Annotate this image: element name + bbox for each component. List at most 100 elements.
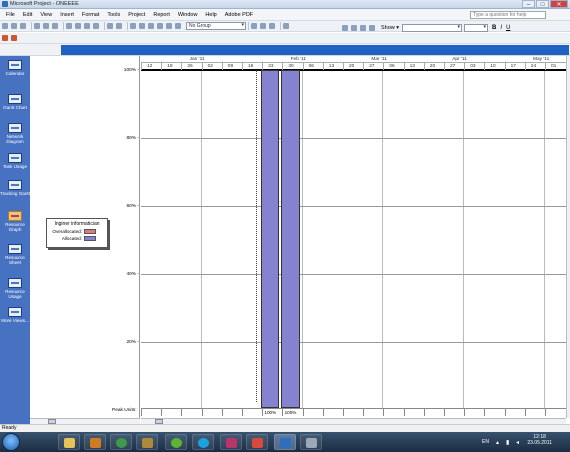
- status-text: Ready: [2, 425, 17, 431]
- formatting-toolbar: Show ▾ B I U: [340, 22, 570, 33]
- peak-tick: [343, 408, 344, 416]
- zoom-in-icon[interactable]: [251, 23, 257, 29]
- grid-line: [363, 63, 365, 70]
- minus-icon[interactable]: [369, 24, 375, 31]
- peak-tick: [383, 408, 385, 416]
- bold-button[interactable]: B: [492, 25, 496, 31]
- zoom-out-icon[interactable]: [260, 23, 266, 29]
- y-axis: 100% - 80% - 60% - 40% - 20% -: [0, 56, 141, 418]
- arrow-right-icon[interactable]: [351, 24, 357, 31]
- peak-tick: [242, 408, 243, 416]
- language-indicator[interactable]: EN: [482, 439, 489, 445]
- grid-line: [221, 63, 223, 70]
- notes-icon[interactable]: [166, 23, 172, 29]
- show-button[interactable]: Show ▾: [381, 25, 399, 31]
- paste-icon[interactable]: [84, 23, 90, 29]
- menu-format[interactable]: Format: [78, 12, 103, 18]
- peak-tick: [545, 408, 546, 416]
- vertical-scrollbar[interactable]: [566, 56, 570, 418]
- menu-file[interactable]: File: [2, 12, 19, 18]
- arrow-left-icon[interactable]: [342, 24, 348, 31]
- peak-tick: [181, 408, 183, 416]
- scroll-to-task-icon[interactable]: [269, 23, 275, 29]
- cut-icon[interactable]: [66, 23, 72, 29]
- assign-resources-icon[interactable]: [175, 23, 181, 29]
- document-taskbar-button[interactable]: [300, 434, 322, 450]
- peak-units-label: Peak Units:: [112, 408, 137, 413]
- utorrent-taskbar-button[interactable]: [165, 434, 187, 450]
- clock[interactable]: 12:18 23.05.2011: [527, 434, 552, 446]
- timescale-day-label: 06: [389, 64, 395, 69]
- copy-icon[interactable]: [75, 23, 81, 29]
- help-icon[interactable]: [283, 23, 289, 29]
- font-select[interactable]: [402, 23, 463, 32]
- peak-tick: [221, 408, 223, 416]
- grid-line: [524, 63, 526, 70]
- menu-project[interactable]: Project: [124, 12, 149, 18]
- open-icon[interactable]: [11, 23, 17, 29]
- tracking-icon[interactable]: [2, 35, 8, 41]
- grid-line: [302, 63, 304, 70]
- print-preview-icon[interactable]: [43, 23, 49, 29]
- media-player-taskbar-button[interactable]: [84, 434, 106, 450]
- grid-line: [484, 63, 486, 70]
- explorer-taskbar-button[interactable]: [58, 434, 80, 450]
- menu-help[interactable]: Help: [201, 12, 220, 18]
- grid-line: [322, 63, 324, 70]
- tray-arrow-icon[interactable]: ▴: [496, 439, 499, 446]
- start-button[interactable]: [2, 433, 20, 451]
- timescale-day-label: 12: [147, 64, 153, 69]
- maximize-button[interactable]: □: [536, 0, 549, 8]
- app-taskbar-button[interactable]: [136, 434, 158, 450]
- close-button[interactable]: ✕: [550, 0, 568, 8]
- timescale-months: Jan '11 Feb '11 Mar '11 Apr '11 May '11: [141, 56, 566, 63]
- new-icon[interactable]: [2, 23, 8, 29]
- winamp-taskbar-button[interactable]: [220, 434, 242, 450]
- grid-line: [423, 63, 425, 70]
- skype-taskbar-button[interactable]: [192, 434, 214, 450]
- volume-icon[interactable]: ◂: [516, 439, 519, 446]
- peak-tick: [504, 408, 506, 416]
- timescale-day-label: 13: [409, 64, 415, 69]
- italic-button[interactable]: I: [500, 25, 502, 31]
- grid-line: [181, 63, 183, 70]
- tracking-toolbar: [0, 33, 570, 44]
- peak-tick: [161, 408, 163, 416]
- task-info-icon[interactable]: [157, 23, 163, 29]
- spelling-icon[interactable]: [52, 23, 58, 29]
- paint-taskbar-button[interactable]: [246, 434, 268, 450]
- redo-icon[interactable]: [116, 23, 122, 29]
- timescale-day-label: 09: [227, 64, 234, 69]
- menu-edit[interactable]: Edit: [19, 12, 36, 18]
- timescale-month-label: Jan '11: [189, 57, 205, 62]
- split-icon[interactable]: [148, 23, 154, 29]
- minimize-button[interactable]: –: [522, 0, 535, 8]
- plus-icon[interactable]: [360, 24, 366, 31]
- help-search-input[interactable]: Type a question for help: [470, 11, 546, 19]
- group-select[interactable]: No Group: [186, 22, 246, 30]
- save-icon[interactable]: [20, 23, 26, 29]
- percent-complete-icon[interactable]: [11, 35, 17, 41]
- menu-window[interactable]: Window: [174, 12, 202, 18]
- timescale-day-label: 30: [288, 64, 294, 69]
- project-taskbar-button[interactable]: [274, 434, 296, 450]
- horizontal-grid-line: [141, 70, 566, 71]
- peak-tick: [484, 408, 486, 416]
- timescale-day-label: 23: [268, 64, 274, 69]
- link-icon[interactable]: [130, 23, 136, 29]
- chrome-taskbar-button[interactable]: [110, 434, 132, 450]
- menu-insert[interactable]: Insert: [56, 12, 78, 18]
- print-icon[interactable]: [34, 23, 40, 29]
- menu-view[interactable]: View: [36, 12, 56, 18]
- unlink-icon[interactable]: [139, 23, 145, 29]
- undo-icon[interactable]: [107, 23, 113, 29]
- network-icon[interactable]: ▮: [506, 439, 509, 446]
- grid-line: [444, 63, 445, 70]
- underline-button[interactable]: U: [506, 25, 510, 31]
- menu-report[interactable]: Report: [149, 12, 174, 18]
- menu-adobe-pdf[interactable]: Adobe PDF: [221, 12, 257, 18]
- entry-field[interactable]: [61, 45, 569, 55]
- font-size-select[interactable]: [464, 23, 489, 32]
- menu-tools[interactable]: Tools: [103, 12, 124, 18]
- format-painter-icon[interactable]: [93, 23, 99, 29]
